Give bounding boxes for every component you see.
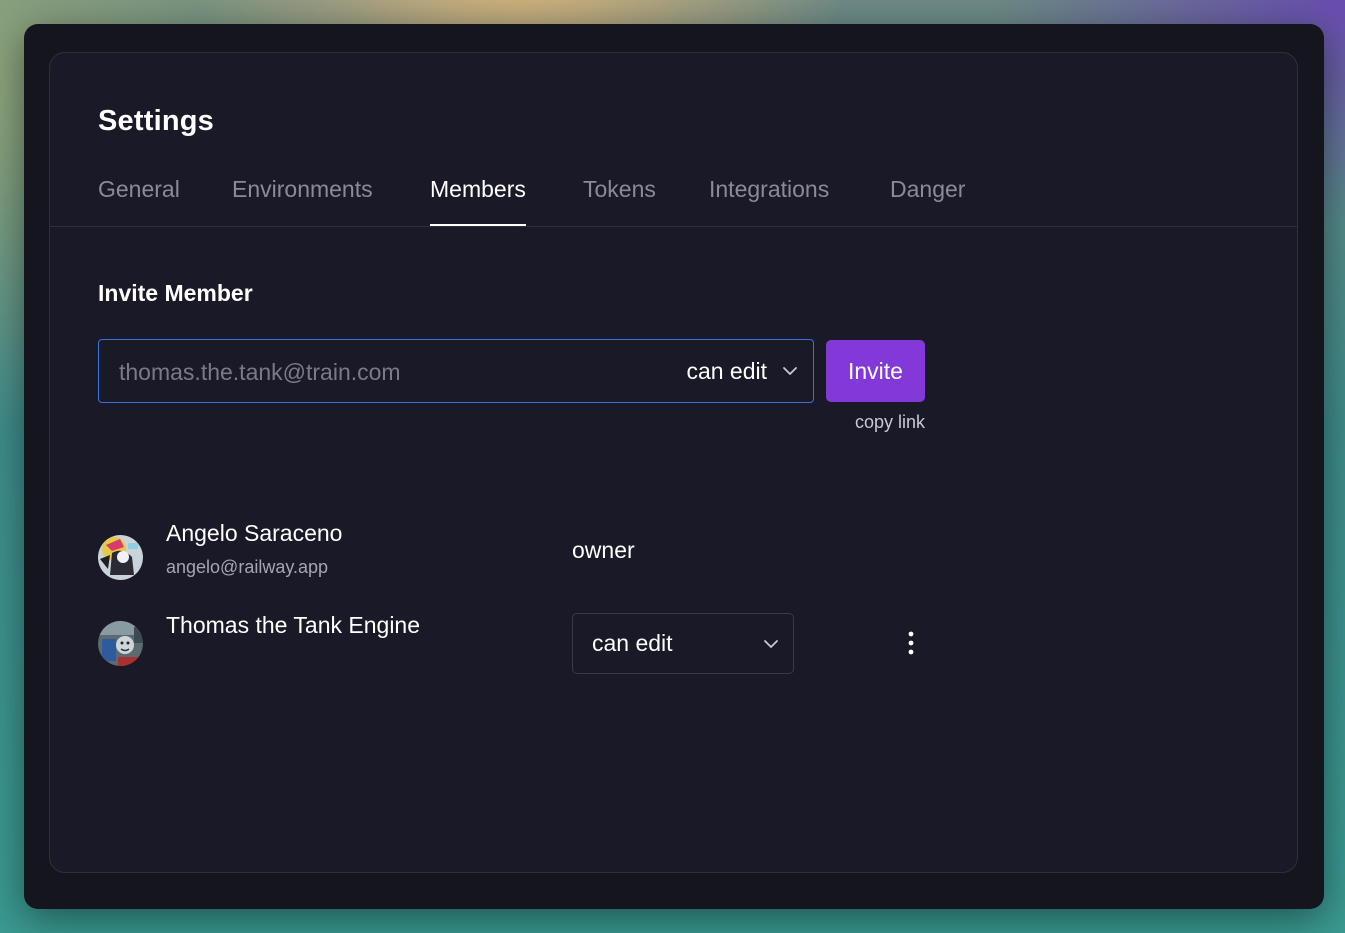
- invite-role-label: can edit: [686, 357, 767, 384]
- tab-tokens[interactable]: Tokens: [583, 175, 656, 226]
- member-row: Thomas the Tank Engine can edit: [98, 597, 998, 677]
- invite-email-input[interactable]: [117, 340, 641, 404]
- invite-form: can edit: [98, 339, 814, 404]
- member-role-label: owner: [572, 537, 635, 563]
- copy-link[interactable]: copy link: [850, 412, 925, 433]
- member-role-dropdown[interactable]: can edit: [572, 613, 794, 674]
- member-row: Angelo Saraceno angelo@railway.app owner: [98, 507, 998, 580]
- chevron-down-icon: [783, 367, 797, 375]
- page-title: Settings: [98, 105, 214, 137]
- invite-member-heading: Invite Member: [98, 280, 253, 306]
- invite-button[interactable]: Invite: [826, 340, 925, 402]
- settings-card: Settings General Environments Members To…: [49, 52, 1298, 873]
- tab-members[interactable]: Members: [430, 175, 526, 226]
- app-window: Settings General Environments Members To…: [24, 24, 1324, 909]
- chevron-down-icon: [764, 640, 778, 648]
- member-email: angelo@railway.app: [166, 557, 329, 577]
- tab-danger[interactable]: Danger: [890, 175, 965, 226]
- member-name: Thomas the Tank Engine: [166, 612, 421, 638]
- user-avatar-icon: [98, 535, 143, 580]
- tab-environments[interactable]: Environments: [232, 175, 373, 226]
- tab-integrations[interactable]: Integrations: [709, 175, 829, 226]
- tab-general[interactable]: General: [98, 175, 180, 226]
- more-options-icon[interactable]: [903, 630, 919, 658]
- invite-role-dropdown[interactable]: can edit: [686, 340, 799, 402]
- member-role-label: can edit: [592, 630, 673, 656]
- settings-tabs: General Environments Members Tokens Inte…: [50, 175, 1297, 227]
- member-name: Angelo Saraceno: [166, 520, 343, 546]
- train-avatar-icon: [98, 621, 143, 666]
